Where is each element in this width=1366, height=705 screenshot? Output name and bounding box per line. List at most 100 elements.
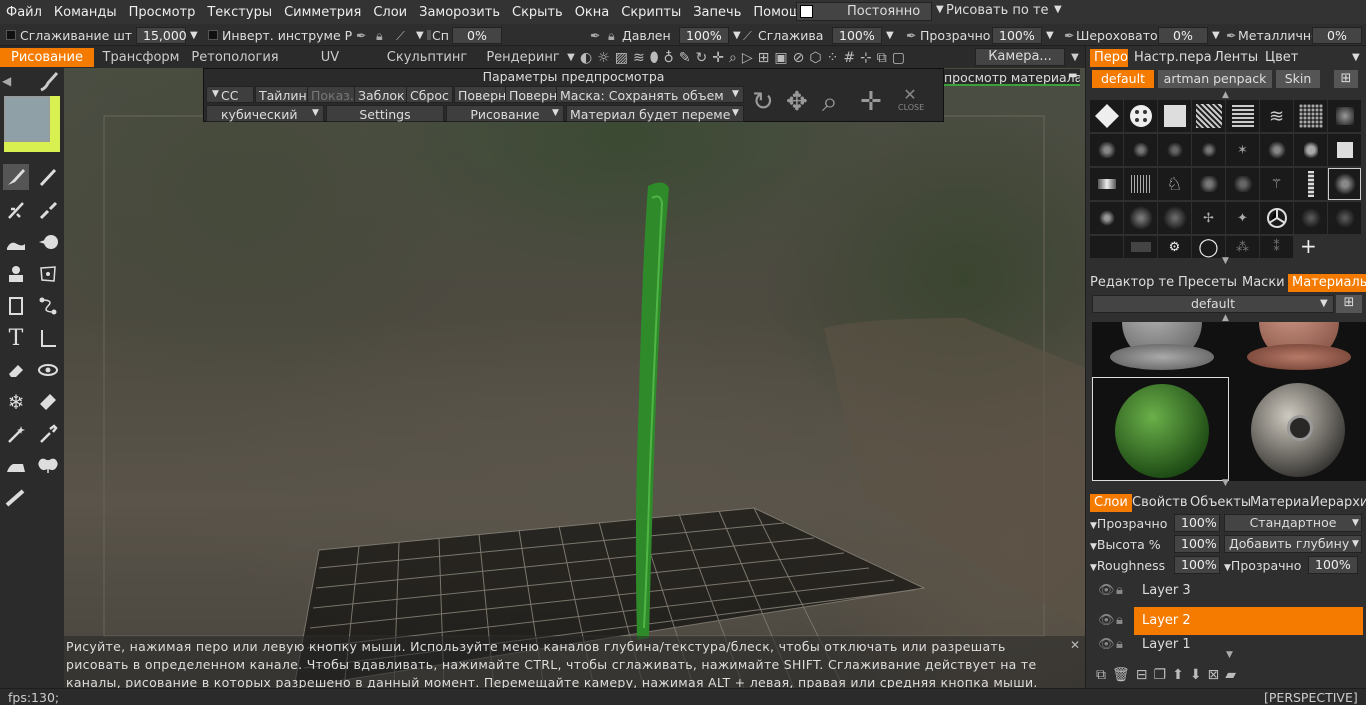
- chevron-down-icon[interactable]: ▼: [1054, 4, 1062, 15]
- pen-icon[interactable]: ✎: [679, 50, 691, 66]
- brush-preview-icon[interactable]: [38, 70, 60, 92]
- minimize-icon[interactable]: ▬: [1068, 70, 1077, 81]
- lock-icon[interactable]: 🔒︎: [376, 27, 383, 44]
- tab-color[interactable]: Цвет: [1265, 49, 1298, 67]
- chevron-down-icon[interactable]: ▼: [1352, 518, 1359, 528]
- sp-input[interactable]: 0%: [452, 27, 502, 44]
- stamp-tool[interactable]: [3, 261, 29, 287]
- chevron-down-icon[interactable]: ▼: [1224, 563, 1231, 573]
- move-up-icon[interactable]: ⬆: [1172, 667, 1184, 683]
- camera-dropdown[interactable]: Камера...: [975, 48, 1065, 66]
- chevron-down-icon[interactable]: ▼: [886, 27, 894, 44]
- layer-row-3[interactable]: 👁︎ 🔒︎ Layer 3: [1086, 577, 1366, 607]
- eye-icon[interactable]: 👁︎: [1098, 583, 1115, 598]
- tab-paint[interactable]: Рисование: [0, 48, 94, 67]
- menu-file[interactable]: Файл: [0, 5, 48, 20]
- rotate-icon[interactable]: ↻: [752, 87, 774, 117]
- invert-checkbox[interactable]: [208, 30, 218, 40]
- lock-icon[interactable]: 🔒︎: [1116, 613, 1123, 628]
- move-icon[interactable]: ✛: [712, 50, 724, 66]
- tab-hierarchy[interactable]: Иерархи: [1310, 494, 1366, 512]
- brush-bird[interactable]: ⚚: [1260, 168, 1293, 200]
- brush-stroke-icon[interactable]: ⟋: [743, 27, 752, 44]
- blend-mode-dropdown[interactable]: Стандартное: [1224, 514, 1362, 532]
- tab-materials[interactable]: Материалы: [1288, 274, 1366, 292]
- camera-icon[interactable]: ▣: [774, 50, 787, 66]
- layer-row-1[interactable]: 👁︎ 🔒︎ Layer 1: [1086, 637, 1366, 651]
- chevron-down-icon[interactable]: ▼: [1352, 49, 1360, 67]
- roughness-input[interactable]: 0%: [1158, 27, 1208, 44]
- tab-pen[interactable]: Перо: [1090, 49, 1128, 67]
- material-dropdown[interactable]: Материал будет переме: [566, 105, 744, 122]
- color-swatch-primary[interactable]: [4, 96, 50, 142]
- chevron-down-icon[interactable]: ▼: [312, 108, 319, 118]
- symmetry-tool[interactable]: [35, 453, 61, 479]
- measure-tool[interactable]: [35, 325, 61, 351]
- paint-mode-dropdown[interactable]: Рисование: [446, 105, 564, 122]
- chevron-down-icon[interactable]: ▼: [1090, 521, 1097, 531]
- dropper-icon[interactable]: ✒: [1226, 27, 1236, 44]
- tab-transform[interactable]: Трансформ: [98, 48, 184, 67]
- merge-layer-icon[interactable]: ⊟: [1136, 667, 1148, 683]
- chevron-down-icon[interactable]: ▼: [1212, 27, 1220, 44]
- menu-bake[interactable]: Запечь: [687, 5, 747, 20]
- eye-tool[interactable]: [35, 357, 61, 383]
- move-down-icon[interactable]: ⬇: [1190, 667, 1202, 683]
- menu-symmetry[interactable]: Симметрия: [278, 5, 367, 20]
- interp-dropdown[interactable]: кубический: [206, 105, 324, 122]
- cube-icon[interactable]: ⬡: [809, 50, 821, 66]
- menu-freeze[interactable]: Заморозить: [413, 5, 506, 20]
- hash-icon[interactable]: #: [843, 50, 855, 66]
- brush-gear[interactable]: ⚙: [1158, 236, 1191, 258]
- freeze-tool[interactable]: ❄: [3, 389, 29, 415]
- material-metal-sphere[interactable]: [1229, 377, 1366, 481]
- no-icon[interactable]: ⊘: [793, 50, 805, 66]
- scroll-down-icon[interactable]: ▼: [1222, 256, 1229, 266]
- brush-square[interactable]: [1158, 100, 1191, 132]
- lock-icon[interactable]: 🔒︎: [608, 27, 615, 44]
- brush-soft-2[interactable]: [1158, 202, 1191, 234]
- material-preview-tab[interactable]: просмотр материала: [944, 69, 1080, 86]
- image-icon[interactable]: ▨: [615, 50, 628, 66]
- ruler-tool[interactable]: [3, 485, 29, 511]
- chevron-down-icon[interactable]: ▼: [190, 27, 198, 44]
- material-brick-disc[interactable]: [1229, 322, 1366, 377]
- layer-opacity-input[interactable]: 100%: [1174, 514, 1220, 532]
- mask-layer-icon[interactable]: ⊠: [1208, 667, 1220, 683]
- chevron-down-icon[interactable]: ▼: [1320, 298, 1328, 309]
- brush-row5-5[interactable]: ⁂: [1226, 236, 1259, 258]
- brush-diamond[interactable]: [1090, 100, 1123, 132]
- chevron-down-icon[interactable]: ▼: [733, 27, 741, 44]
- chevron-down-icon[interactable]: ▼: [552, 108, 559, 118]
- window-icon[interactable]: ▢: [892, 50, 905, 66]
- menu-layers[interactable]: Слои: [367, 5, 413, 20]
- opacity-input[interactable]: 100%: [992, 27, 1042, 44]
- grid-icon[interactable]: ⊞: [758, 50, 770, 66]
- show-button[interactable]: Показ.: [307, 86, 358, 103]
- chevron-down-icon[interactable]: ▼: [1070, 48, 1080, 67]
- pack-skin[interactable]: Skin: [1276, 70, 1320, 88]
- tab-masks[interactable]: Маски: [1242, 274, 1285, 292]
- add-material-set-icon[interactable]: ⊞: [1336, 295, 1362, 313]
- rotate-button-2[interactable]: Поверн: [505, 86, 562, 103]
- brush-selected[interactable]: [1328, 168, 1361, 200]
- brush-soft-dots[interactable]: [1328, 100, 1361, 132]
- droplet-icon[interactable]: ♁: [664, 50, 674, 66]
- chevron-down-icon[interactable]: ▼: [936, 4, 944, 15]
- add-pack-icon[interactable]: ⊞: [1334, 70, 1358, 88]
- pack-artman[interactable]: artman penpack: [1158, 70, 1272, 88]
- menu-hide[interactable]: Скрыть: [506, 5, 569, 20]
- delete-layer-icon[interactable]: 🗑︎: [1112, 667, 1130, 683]
- material-green-sphere[interactable]: [1092, 377, 1229, 481]
- brush-triskel[interactable]: [1260, 202, 1293, 234]
- brush-row5-1[interactable]: [1090, 236, 1123, 258]
- material-set-dropdown[interactable]: default: [1092, 295, 1334, 313]
- brush-splat-1[interactable]: [1090, 134, 1123, 166]
- reset-button[interactable]: Сброс: [406, 86, 453, 103]
- brush-row5-6[interactable]: ⁑: [1260, 236, 1293, 258]
- layer-roughness-input[interactable]: 100%: [1174, 556, 1220, 574]
- tab-presets[interactable]: Пресеты: [1178, 274, 1237, 292]
- contrast-icon[interactable]: ◐: [580, 50, 592, 66]
- metalness-input[interactable]: 0%: [1312, 27, 1362, 44]
- layer-height-input[interactable]: 100%: [1174, 535, 1220, 553]
